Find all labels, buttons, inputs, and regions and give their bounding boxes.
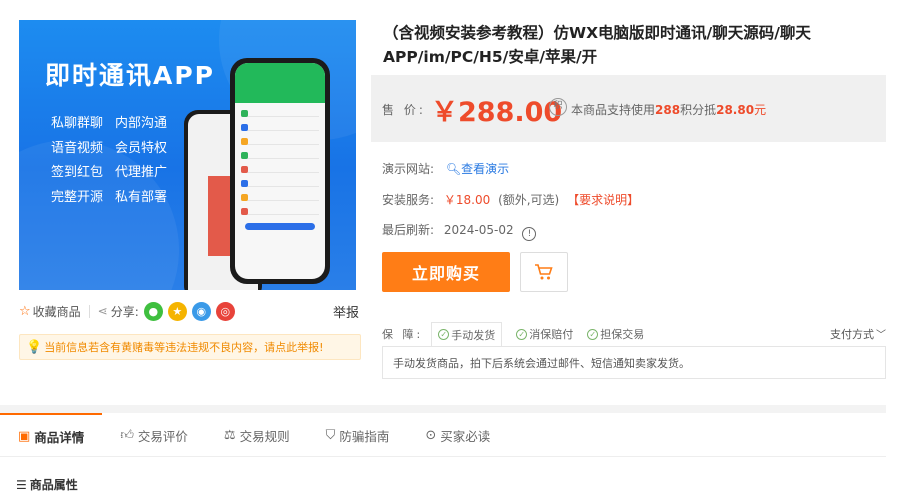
- share-label: 分享:: [110, 304, 139, 319]
- feature-text: 代理推广: [115, 165, 168, 180]
- refresh-label: 最后刷新:: [382, 223, 435, 237]
- shop-bag-icon: ▣: [18, 428, 31, 444]
- info-circle-icon: ⊙: [425, 427, 437, 443]
- tab-reviews[interactable]: 👍︎ 交易评价: [102, 413, 206, 457]
- detail-tabs: ▣ 商品详情 👍︎ 交易评价 ⚖︎ 交易规则 ⛉ 防骗指南 ⊙ 买家必读: [0, 413, 886, 457]
- tab-trade-rules[interactable]: ⚖︎ 交易规则: [206, 413, 308, 457]
- buy-now-button[interactable]: 立即购买: [382, 252, 510, 292]
- install-row: 安装服务: ￥18.00 (额外,可选) 【要求说明】: [382, 191, 639, 208]
- guarantee-label: 保 障:: [382, 328, 424, 341]
- feature-text: 语音视频: [51, 140, 104, 156]
- scale-icon: ⚖︎: [223, 427, 236, 443]
- product-image[interactable]: 即时通讯APP 私聊群聊 内部沟通 语音视频 会员特权 签到红包 代理推广 完整开源私…: [19, 20, 356, 290]
- price-box: 售 价: ￥288.00 积 本商品支持使用288积分抵28.80元: [371, 75, 886, 142]
- banner-features: 私聊群聊 内部沟通 语音视频 会员特权 签到红包 代理推广 完整开源 私有部署: [51, 112, 167, 210]
- points-info: 本商品支持使用288积分抵28.80元: [571, 103, 767, 117]
- install-requirement-link[interactable]: 【要求说明】: [567, 193, 639, 207]
- list-search-icon: ☰: [16, 477, 27, 492]
- guarantee-item: ✓ 手动发货: [431, 322, 503, 346]
- feature-text: 内部沟通: [115, 116, 168, 131]
- weibo-icon[interactable]: ◎: [215, 301, 235, 321]
- banner-heading: 即时通讯APP: [45, 61, 215, 90]
- product-title: （含视频安装参考教程）仿WX电脑版即时通讯/聊天源码/聊天APP/im/PC/H…: [383, 24, 811, 66]
- warning-text: 当前信息若含有黄赌毒等违法违规不良内容，请点此举报!: [44, 341, 324, 354]
- price-value: ￥288.00: [431, 97, 563, 128]
- install-label: 安装服务:: [382, 193, 435, 207]
- feature-text: 签到红包: [51, 165, 104, 180]
- lightbulb-icon: 💡: [26, 339, 43, 355]
- points-icon: 积: [549, 98, 567, 116]
- tab-product-details[interactable]: ▣ 商品详情: [0, 413, 103, 457]
- info-icon[interactable]: !: [522, 227, 537, 241]
- report-link[interactable]: 举报: [333, 302, 359, 321]
- install-price: ￥18.00: [443, 193, 491, 207]
- demo-link[interactable]: 🔍︎查看演示: [446, 162, 509, 176]
- guarantee-item: ✓ 担保交易: [587, 326, 644, 342]
- guarantee-item: ✓ 消保赔付: [516, 326, 573, 342]
- add-to-cart-button[interactable]: [520, 252, 568, 292]
- guarantee-bar: 保 障: ✓ 手动发货 ✓ 消保赔付 ✓ 担保交易 支付方式 ﹀: [382, 322, 886, 346]
- feature-text: 私有部署: [115, 189, 168, 205]
- payment-method-dropdown[interactable]: 支付方式 ﹀: [830, 326, 886, 342]
- share-icon: ⋖: [97, 304, 108, 318]
- search-icon: 🔍︎: [445, 162, 462, 176]
- share-bar: ☆ 收藏商品 ⋖ 分享: ● ★ ◉ ◎ 举报: [19, 300, 359, 322]
- demo-label: 演示网站:: [382, 162, 435, 176]
- check-icon: ✓: [438, 329, 450, 340]
- wechat-icon[interactable]: ●: [143, 301, 163, 321]
- refresh-row: 最后刷新: 2024-05-02 !: [382, 221, 537, 241]
- feature-text: 私聊群聊: [51, 116, 104, 131]
- qzone-icon[interactable]: ★: [167, 301, 187, 321]
- star-icon[interactable]: ☆: [19, 304, 31, 319]
- thumbs-up-icon: 👍︎: [120, 427, 134, 443]
- cart-icon: [535, 264, 553, 280]
- demo-row: 演示网站: 🔍︎查看演示: [382, 160, 509, 177]
- tab-buyer-must-read[interactable]: ⊙ 买家必读: [407, 413, 508, 457]
- feature-text: 会员特权: [115, 140, 168, 156]
- divider: [88, 304, 90, 318]
- shipping-note: 手动发货商品，拍下后系统会通过邮件、短信通知卖家发货。: [382, 346, 886, 379]
- report-warning[interactable]: 💡 当前信息若含有黄赌毒等违法违规不良内容，请点此举报!: [19, 334, 361, 360]
- attributes-heading-text: 商品属性: [29, 478, 78, 492]
- section-divider: [0, 405, 886, 413]
- check-icon: ✓: [587, 328, 599, 340]
- attributes-heading: ☰ 商品属性: [16, 476, 78, 493]
- phone-mockup-front: [230, 58, 330, 284]
- shield-icon: ⛉: [325, 427, 336, 443]
- check-icon: ✓: [516, 328, 528, 340]
- install-note: (额外,可选): [498, 193, 560, 207]
- qq-icon[interactable]: ◉: [191, 301, 211, 321]
- feature-text: 完整开源: [51, 189, 104, 205]
- favorite-button[interactable]: 收藏商品: [33, 303, 81, 320]
- refresh-date: 2024-05-02: [443, 223, 514, 237]
- price-label: 售 价:: [382, 103, 426, 117]
- tab-anti-fraud[interactable]: ⛉ 防骗指南: [308, 413, 408, 457]
- chevron-down-icon: ﹀: [876, 330, 886, 341]
